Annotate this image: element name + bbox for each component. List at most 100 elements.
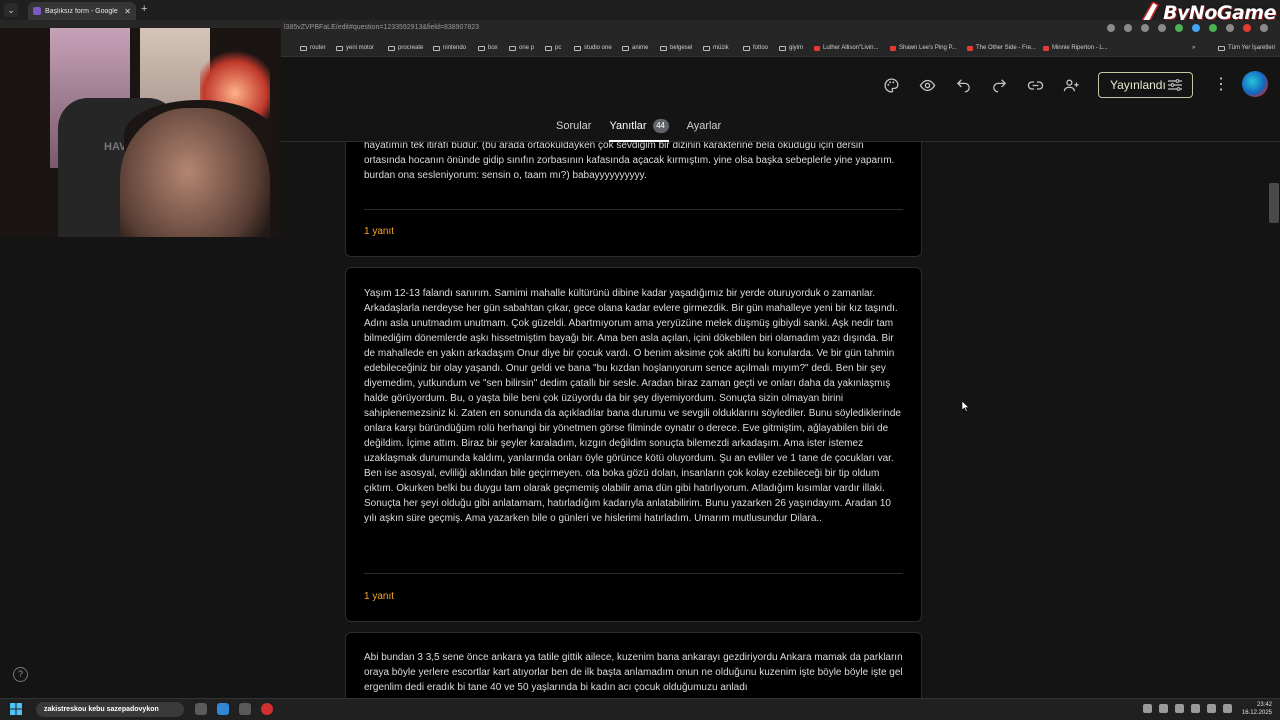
link-icon[interactable] <box>1026 76 1044 94</box>
response-card: Abi bundan 3 3,5 sene önce ankara ya tat… <box>345 632 922 698</box>
folder-icon <box>660 45 667 51</box>
more-options-icon[interactable]: ⋮ <box>1213 75 1229 95</box>
youtube-icon <box>1043 45 1049 51</box>
bookmark-item[interactable]: router <box>300 45 326 51</box>
bookmark-item[interactable]: Luther Allison"Livin... <box>814 45 879 51</box>
all-bookmarks[interactable]: Tüm Yer İşaretleri <box>1218 45 1275 51</box>
bookmark-item[interactable]: yeni motor <box>336 45 374 51</box>
undo-icon[interactable] <box>954 76 972 94</box>
folder-icon <box>622 45 629 51</box>
reply-count-link[interactable]: 1 yanıt <box>364 591 394 602</box>
extension-icons <box>1107 24 1268 32</box>
tab-settings[interactable]: Ayarlar <box>687 119 722 138</box>
tray-icon[interactable] <box>1159 704 1168 713</box>
browser-tab[interactable]: Başlıksız form - Google Formlar ✕ <box>28 2 136 20</box>
folder-icon <box>509 45 516 51</box>
person <box>120 108 270 237</box>
youtube-icon <box>890 45 896 51</box>
bookmark-item[interactable]: box <box>478 45 498 51</box>
steam-icon[interactable] <box>217 703 229 715</box>
responses-list[interactable]: hayatımın tek itirafı budur. (bu arada o… <box>281 142 1268 698</box>
bookmark-item[interactable]: anime <box>622 45 648 51</box>
bookmark-item[interactable]: fottoo <box>743 45 768 51</box>
response-card: Yaşım 12-13 falandı sanırım. Samimi maha… <box>345 267 922 622</box>
bookmark-item[interactable]: giyim <box>779 45 803 51</box>
extension-icon[interactable] <box>1209 24 1217 32</box>
tab-responses[interactable]: Yanıtlar 44 <box>609 119 669 142</box>
windows-start-icon[interactable] <box>10 703 22 715</box>
zoom-icon[interactable] <box>1107 24 1115 32</box>
scrollbar-track[interactable] <box>1268 142 1280 698</box>
published-button[interactable]: Yayınlandı <box>1098 72 1193 98</box>
app-icon[interactable] <box>195 703 207 715</box>
bookmark-item[interactable]: one p <box>509 45 534 51</box>
tab-close-icon[interactable]: ✕ <box>124 7 131 16</box>
card-divider <box>364 573 903 574</box>
forms-nav-tabs: Sorular Yanıtlar 44 Ayarlar <box>556 119 722 142</box>
browser-tab-strip: ⌄ Başlıksız form - Google Formlar ✕ + <box>0 0 1280 20</box>
taskbar-search[interactable]: zakistreskou kebu sazepadovykon <box>36 702 184 717</box>
response-card: hayatımın tek itirafı budur. (bu arada o… <box>345 142 922 257</box>
address-bar-url[interactable]: l385vZVPBFaLE/edit#question=1233592913&f… <box>284 24 479 31</box>
responses-count-badge: 44 <box>652 119 669 133</box>
palette-icon[interactable] <box>882 76 900 94</box>
extension-icon[interactable] <box>1175 24 1183 32</box>
windows-taskbar: zakistreskou kebu sazepadovykon 23:42 16… <box>0 698 1280 720</box>
extension-icon[interactable] <box>1158 24 1166 32</box>
tray-icon[interactable] <box>1175 704 1184 713</box>
bookmark-item[interactable]: studio one <box>574 45 612 51</box>
folder-icon <box>433 45 440 51</box>
extension-icon[interactable] <box>1141 24 1149 32</box>
forms-toolbar: Yayınlandı ⋮ Sorular Yanıtlar 44 Ayarlar <box>281 58 1280 142</box>
folder-icon <box>1218 45 1225 51</box>
youtube-icon <box>967 45 973 51</box>
folder-icon <box>779 45 786 51</box>
app-icon[interactable] <box>239 703 251 715</box>
wifi-icon[interactable] <box>1207 704 1216 713</box>
profile-icon[interactable] <box>1243 24 1251 32</box>
clock-date: 16.12.2025 <box>1241 710 1272 716</box>
taskbar-apps <box>195 703 273 715</box>
clock-time: 23:42 <box>1256 702 1272 708</box>
redo-icon[interactable] <box>990 76 1008 94</box>
response-text: Yaşım 12-13 falandı sanırım. Samimi maha… <box>364 288 901 524</box>
folder-icon <box>545 45 552 51</box>
extension-icon[interactable] <box>1192 24 1200 32</box>
preview-eye-icon[interactable] <box>918 76 936 94</box>
published-label: Yayınlandı <box>1110 78 1166 92</box>
account-avatar[interactable] <box>1242 71 1268 97</box>
scrollbar-thumb[interactable] <box>1269 183 1279 223</box>
bookmark-item[interactable]: pc <box>545 45 561 51</box>
system-tray <box>1143 704 1232 713</box>
reply-count-link[interactable]: 1 yanıt <box>364 226 394 237</box>
bookmark-item[interactable]: nintendo <box>433 45 466 51</box>
star-icon[interactable] <box>1124 24 1132 32</box>
tab-list-button[interactable]: ⌄ <box>4 3 18 17</box>
help-icon[interactable]: ? <box>13 667 28 682</box>
bookmark-item[interactable]: The Other Side - Fre... <box>967 45 1036 51</box>
webcam-overlay: HAV <box>0 28 281 237</box>
folder-icon <box>300 45 307 51</box>
tray-icon[interactable] <box>1191 704 1200 713</box>
response-text: hayatımın tek itirafı budur. (bu arada o… <box>364 142 895 181</box>
bookmark-item[interactable]: Shawn Lee's Ping P... <box>890 45 957 51</box>
add-collaborator-icon[interactable] <box>1062 76 1080 94</box>
bookmark-item[interactable]: müzik <box>703 45 729 51</box>
extensions-puzzle-icon[interactable] <box>1226 24 1234 32</box>
new-tab-button[interactable]: + <box>141 3 147 15</box>
youtube-icon <box>814 45 820 51</box>
tab-questions[interactable]: Sorular <box>556 119 591 138</box>
bookmark-item[interactable]: procreate <box>388 45 423 51</box>
volume-icon[interactable] <box>1223 704 1232 713</box>
bookmark-item[interactable]: Minnie Riperton - L... <box>1043 45 1108 51</box>
taskbar-clock[interactable]: 23:42 16.12.2025 <box>1242 701 1272 717</box>
bookmarks-overflow[interactable]: » <box>1192 45 1195 51</box>
app-icon[interactable] <box>261 703 273 715</box>
response-text: Abi bundan 3 3,5 sene önce ankara ya tat… <box>364 652 903 693</box>
chevron-up-icon[interactable] <box>1143 704 1152 713</box>
menu-icon[interactable] <box>1260 24 1268 32</box>
tab-title: Başlıksız form - Google Formlar <box>45 7 120 15</box>
publish-settings-icon <box>1168 79 1182 91</box>
bookmark-item[interactable]: belgesel <box>660 45 692 51</box>
folder-icon <box>743 45 750 51</box>
